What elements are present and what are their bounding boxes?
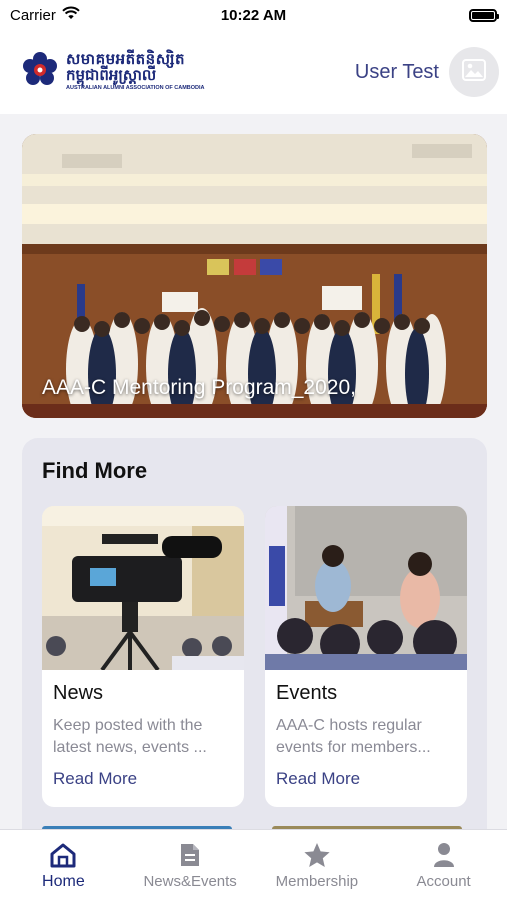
battery-icon (469, 8, 499, 22)
home-icon (49, 841, 77, 869)
flower-logo-icon (20, 50, 60, 95)
news-card-image (42, 506, 244, 670)
logo-text: សមាគមអតីតនិស្សិត កម្ពុជាពីអូស្ត្រាលី AUS… (66, 52, 205, 91)
news-card[interactable]: News Keep posted with the latest news, e… (42, 506, 244, 807)
events-read-more-link[interactable]: Read More (276, 769, 456, 789)
status-bar: Carrier 10:22 AM (0, 0, 507, 30)
image-placeholder-icon (462, 58, 486, 86)
tab-membership-label: Membership (275, 873, 359, 890)
banner-caption: AAA-C Mentoring Program_2020, (42, 376, 356, 399)
document-icon (176, 841, 204, 869)
app-header: សមាគមអតីតនិស្សិត កម្ពុជាពីអូស្ត្រាលី AUS… (0, 30, 507, 114)
logo: សមាគមអតីតនិស្សិត កម្ពុជាពីអូស្ត្រាលី AUS… (20, 50, 205, 95)
logo-khmer-line1: សមាគមអតីតនិស្សិត (66, 51, 185, 69)
user-name[interactable]: User Test (355, 61, 439, 84)
tab-home-label: Home (42, 873, 85, 890)
news-card-title: News (53, 682, 104, 704)
news-read-more-link[interactable]: Read More (53, 769, 233, 789)
events-card-description: AAA-C hosts regular events for members..… (276, 717, 431, 756)
events-card-title: Events (276, 682, 338, 704)
featured-banner[interactable]: AAA-C Mentoring Program_2020, (22, 134, 487, 418)
logo-english-name: AUSTRALIAN ALUMNI ASSOCIATION OF CAMBODI… (66, 84, 205, 91)
events-card[interactable]: Events AAA-C hosts regular events for me… (265, 506, 467, 807)
star-icon (303, 841, 331, 869)
tab-account-label: Account (416, 873, 471, 890)
user-area[interactable]: User Test (355, 47, 499, 97)
carrier-label: Carrier (10, 6, 56, 24)
tab-account[interactable]: Account (380, 830, 507, 900)
events-card-image (265, 506, 467, 670)
tab-home[interactable]: Home (0, 830, 127, 900)
status-left: Carrier (10, 6, 80, 24)
logo-khmer-line2: កម្ពុជាពីអូស្ត្រាលី (66, 67, 157, 85)
person-icon (430, 841, 458, 869)
wifi-icon (62, 6, 80, 24)
find-more-section: Find More News Keep posted with the late… (22, 438, 487, 858)
tab-news-events[interactable]: News&Events (127, 830, 254, 900)
avatar[interactable] (449, 47, 499, 97)
tab-membership[interactable]: Membership (254, 830, 381, 900)
news-card-description: Keep posted with the latest news, events… (53, 717, 207, 756)
find-more-title: Find More (42, 458, 148, 483)
card-row: News Keep posted with the latest news, e… (42, 506, 467, 807)
tab-news-events-label: News&Events (143, 873, 237, 890)
tab-bar: Home News&Events Membership Account (0, 829, 507, 900)
